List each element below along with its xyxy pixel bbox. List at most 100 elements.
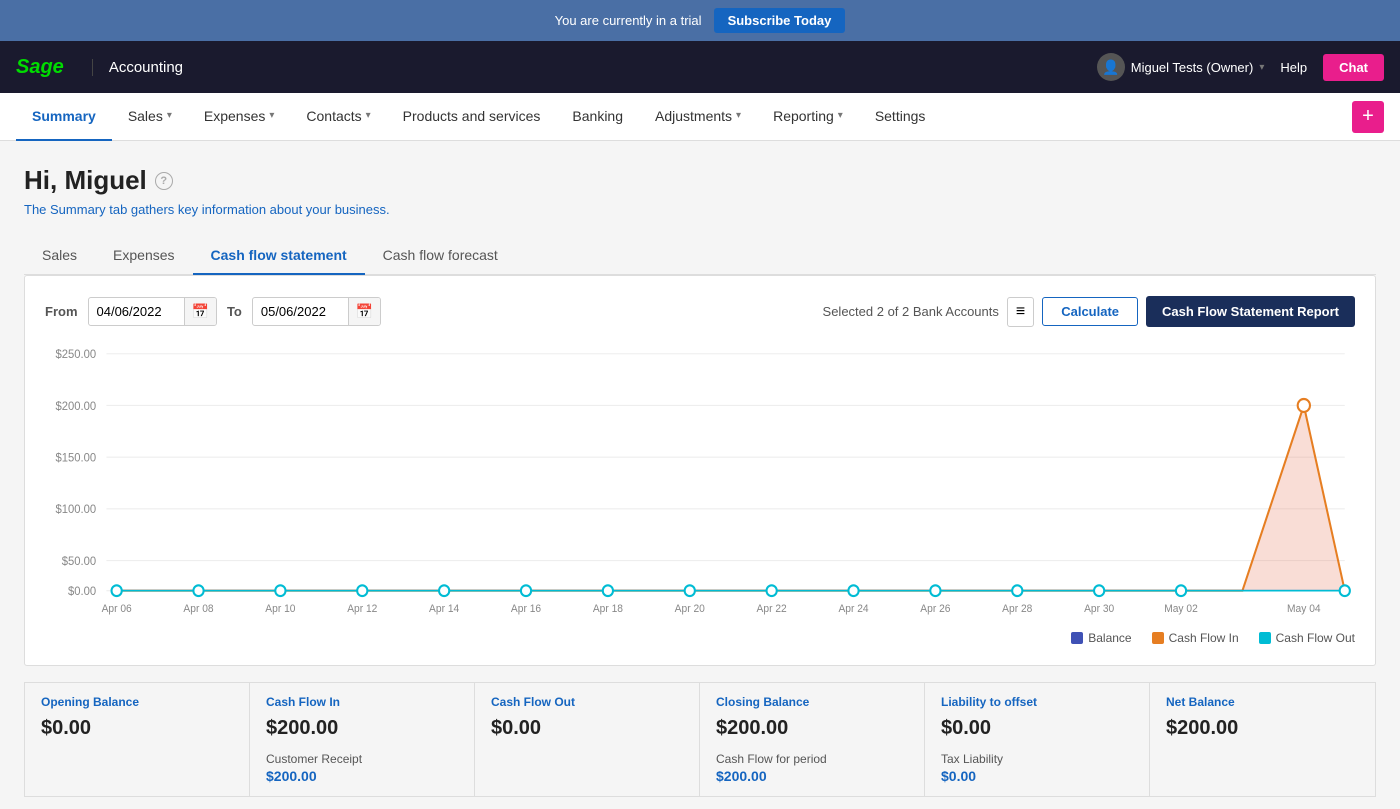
- svg-text:$250.00: $250.00: [55, 349, 96, 361]
- svg-text:Apr 06: Apr 06: [102, 603, 132, 615]
- balance-legend-label: Balance: [1088, 631, 1131, 645]
- from-calendar-icon[interactable]: 📅: [184, 298, 216, 325]
- nav-item-settings[interactable]: Settings: [859, 93, 942, 141]
- summary-table: Opening Balance$0.00Cash Flow In$200.00C…: [24, 682, 1376, 797]
- user-menu[interactable]: 👤 Miguel Tests (Owner) ▾: [1097, 53, 1265, 81]
- summary-cell-value-1: $200.00: [266, 717, 458, 740]
- svg-text:$100.00: $100.00: [55, 504, 96, 516]
- svg-text:$0.00: $0.00: [68, 586, 96, 598]
- tab-expenses[interactable]: Expenses: [95, 237, 192, 275]
- summary-cell-5: Net Balance $200.00: [1150, 682, 1375, 796]
- svg-text:Apr 30: Apr 30: [1084, 603, 1114, 615]
- svg-text:$200.00: $200.00: [55, 401, 96, 413]
- main-nav-items: SummarySales▾Expenses▾Contacts▾Products …: [16, 93, 941, 141]
- summary-cell-value-5: $200.00: [1166, 717, 1359, 740]
- from-date-input[interactable]: [89, 299, 184, 324]
- summary-cell-value-3: $200.00: [716, 717, 908, 740]
- chart-area: $250.00 $200.00 $150.00 $100.00 $50.00 $…: [45, 343, 1355, 623]
- nav-item-sales[interactable]: Sales▾: [112, 93, 188, 141]
- page-subtitle: The Summary tab gathers key information …: [24, 202, 1376, 217]
- svg-text:Apr 08: Apr 08: [183, 603, 213, 615]
- svg-text:Apr 20: Apr 20: [675, 603, 705, 615]
- to-date-input[interactable]: [253, 299, 348, 324]
- summary-cell-2: Cash Flow Out$0.00: [475, 682, 700, 796]
- trial-banner: You are currently in a trial Subscribe T…: [0, 0, 1400, 41]
- main-nav: SummarySales▾Expenses▾Contacts▾Products …: [0, 93, 1400, 141]
- svg-text:Apr 12: Apr 12: [347, 603, 377, 615]
- legend-cash-flow-out: Cash Flow Out: [1259, 631, 1355, 645]
- cash-flow-out-legend-label: Cash Flow Out: [1276, 631, 1355, 645]
- legend-cash-flow-in: Cash Flow In: [1152, 631, 1239, 645]
- chevron-down-icon: ▾: [838, 110, 843, 121]
- svg-text:Apr 28: Apr 28: [1002, 603, 1032, 615]
- to-calendar-icon[interactable]: 📅: [348, 298, 380, 325]
- summary-cell-sub-value-1: $200.00: [266, 768, 458, 784]
- to-date-input-wrap: 📅: [252, 297, 381, 326]
- tab-cash-flow-statement[interactable]: Cash flow statement: [193, 237, 365, 275]
- summary-cell-label-5: Net Balance: [1166, 695, 1359, 709]
- from-date-input-wrap: 📅: [88, 297, 217, 326]
- chart-svg: $250.00 $200.00 $150.00 $100.00 $50.00 $…: [45, 343, 1355, 623]
- summary-cell-label-3: Closing Balance: [716, 695, 908, 709]
- svg-text:Apr 16: Apr 16: [511, 603, 541, 615]
- content: Hi, Miguel ? The Summary tab gathers key…: [0, 141, 1400, 809]
- summary-cell-sub-label-4: Tax Liability: [941, 752, 1133, 766]
- nav-item-summary[interactable]: Summary: [16, 93, 112, 141]
- balance-legend-dot: [1071, 632, 1083, 644]
- svg-text:Apr 22: Apr 22: [757, 603, 787, 615]
- bank-accounts-info: Selected 2 of 2 Bank Accounts ≡ Calculat…: [823, 296, 1355, 327]
- chevron-down-icon: ▾: [366, 110, 371, 121]
- nav-item-reporting[interactable]: Reporting▾: [757, 93, 859, 141]
- bank-accounts-text: Selected 2 of 2 Bank Accounts: [823, 304, 999, 319]
- user-avatar: 👤: [1097, 53, 1125, 81]
- help-circle-icon[interactable]: ?: [155, 172, 173, 190]
- subscribe-button[interactable]: Subscribe Today: [714, 8, 846, 33]
- summary-cell-sub-label-3: Cash Flow for period: [716, 752, 908, 766]
- user-chevron-icon: ▾: [1259, 62, 1264, 73]
- chevron-down-icon: ▾: [269, 110, 274, 121]
- summary-cell-sub-value-4: $0.00: [941, 768, 1133, 784]
- greeting-text: Hi, Miguel: [24, 165, 147, 196]
- calculate-button[interactable]: Calculate: [1042, 297, 1138, 326]
- chat-button[interactable]: Chat: [1323, 54, 1384, 81]
- tab-sales[interactable]: Sales: [24, 237, 95, 275]
- legend-balance: Balance: [1071, 631, 1131, 645]
- nav-item-products-and-services[interactable]: Products and services: [387, 93, 557, 141]
- to-label: To: [227, 304, 242, 319]
- tabs: SalesExpensesCash flow statementCash flo…: [24, 237, 1376, 275]
- bank-filter-button[interactable]: ≡: [1007, 297, 1034, 327]
- nav-item-banking[interactable]: Banking: [556, 93, 639, 141]
- trial-message: You are currently in a trial: [555, 13, 702, 28]
- cash-flow-in-legend-dot: [1152, 632, 1164, 644]
- svg-text:Apr 14: Apr 14: [429, 603, 459, 615]
- svg-text:$150.00: $150.00: [55, 452, 96, 464]
- add-button[interactable]: +: [1352, 101, 1384, 133]
- summary-cell-1: Cash Flow In $200.00 Customer Receipt $200.…: [250, 682, 475, 796]
- summary-cell-sub-value-3: $200.00: [716, 768, 908, 784]
- top-nav-right: 👤 Miguel Tests (Owner) ▾ Help Chat: [1097, 53, 1384, 81]
- summary-cell-label-4: Liability to offset: [941, 695, 1133, 709]
- svg-text:May 02: May 02: [1164, 603, 1198, 615]
- summary-cell-value-2: $0.00: [491, 717, 683, 740]
- summary-cell-sub-label-1: Customer Receipt: [266, 752, 458, 766]
- summary-cell-value-4: $0.00: [941, 717, 1133, 740]
- summary-cell-4: Liability to offset $0.00 Tax Liability $0.…: [925, 682, 1150, 796]
- svg-text:May 04: May 04: [1287, 603, 1321, 615]
- summary-cell-value-0: $0.00: [41, 717, 233, 740]
- from-label: From: [45, 304, 78, 319]
- svg-text:Apr 18: Apr 18: [593, 603, 623, 615]
- svg-text:Apr 10: Apr 10: [265, 603, 295, 615]
- help-link[interactable]: Help: [1280, 60, 1307, 75]
- report-button[interactable]: Cash Flow Statement Report: [1146, 296, 1355, 327]
- tab-cash-flow-forecast[interactable]: Cash flow forecast: [365, 237, 516, 275]
- cash-flow-in-legend-label: Cash Flow In: [1169, 631, 1239, 645]
- summary-cell-0: Opening Balance$0.00: [25, 682, 250, 796]
- nav-item-expenses[interactable]: Expenses▾: [188, 93, 291, 141]
- chart-legend: Balance Cash Flow In Cash Flow Out: [45, 631, 1355, 645]
- user-label: Miguel Tests (Owner): [1131, 60, 1254, 75]
- summary-cell-label-1: Cash Flow In: [266, 695, 458, 709]
- nav-item-adjustments[interactable]: Adjustments▾: [639, 93, 757, 141]
- nav-item-contacts[interactable]: Contacts▾: [290, 93, 386, 141]
- top-nav: Sage Accounting 👤 Miguel Tests (Owner) ▾…: [0, 41, 1400, 93]
- sage-logo: Sage: [16, 56, 64, 79]
